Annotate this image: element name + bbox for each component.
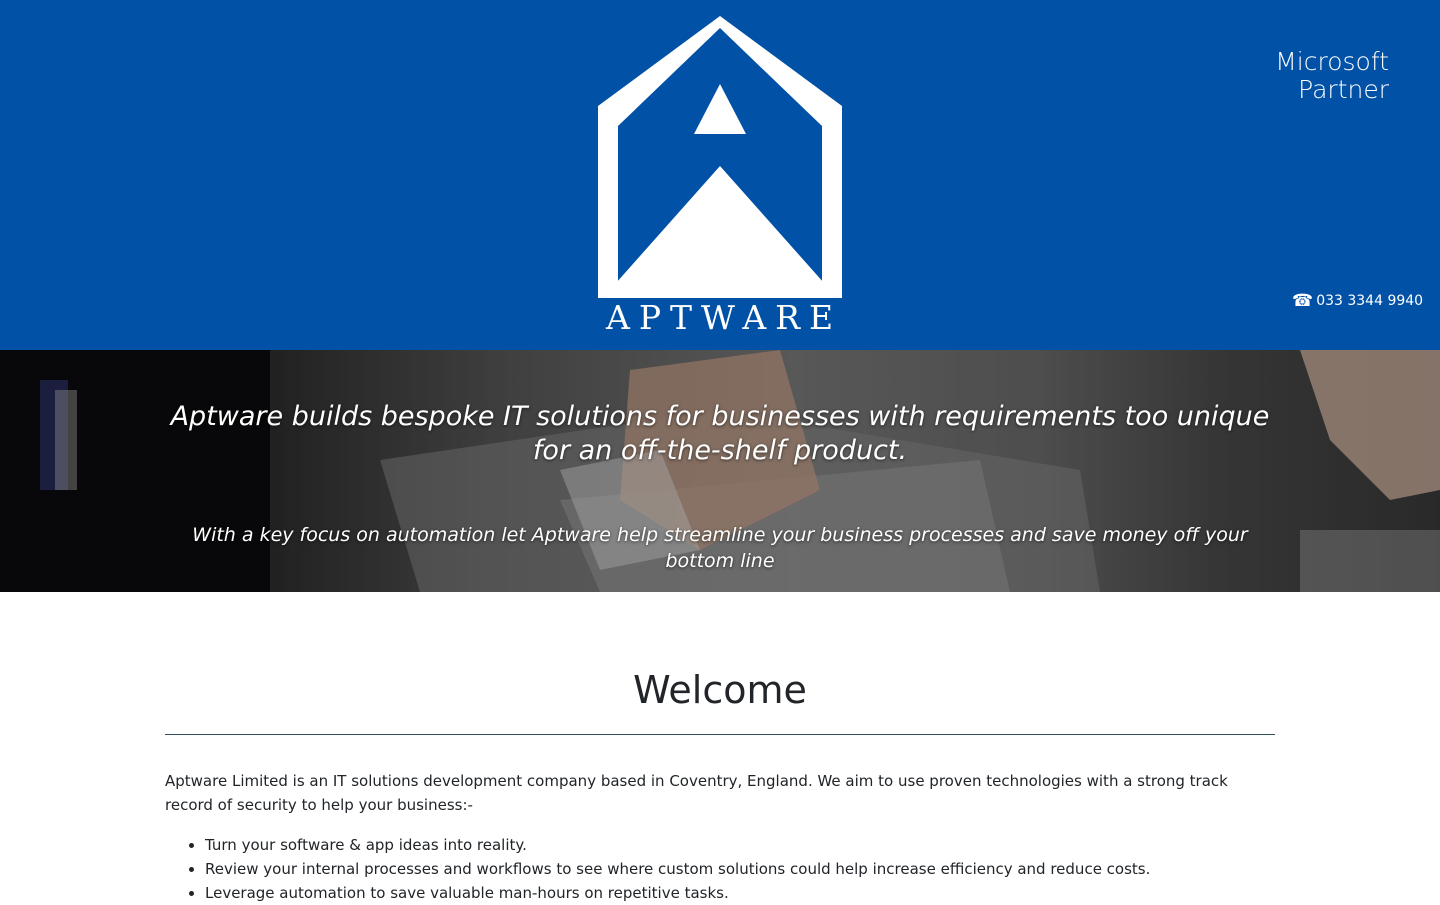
partner-line-1: Microsoft (1275, 47, 1389, 76)
hero-subheadline: With a key focus on automation let Aptwa… (192, 524, 1248, 572)
list-item: Turn your software & app ideas into real… (205, 833, 1275, 857)
list-item: Review your internal processes and workf… (205, 857, 1275, 881)
hero-headline: Aptware builds bespoke IT solutions for … (170, 401, 1270, 466)
brand-wordmark: APTWARE (606, 298, 843, 337)
aptware-logo[interactable]: APTWARE (598, 16, 842, 337)
phone-icon: ☎ (1292, 291, 1314, 311)
services-list: Turn your software & app ideas into real… (165, 833, 1275, 905)
title-divider (165, 734, 1275, 735)
partner-line-2: Partner (1298, 75, 1389, 104)
phone-link[interactable]: ☎ 033 3344 9940 (1292, 290, 1423, 312)
phone-number: 033 3344 9940 (1316, 293, 1424, 309)
page-title: Welcome (633, 668, 807, 712)
main-content: Welcome Aptware Limited is an IT solutio… (165, 592, 1275, 905)
microsoft-partner-badge: Microsoft Partner (1275, 48, 1389, 104)
aptware-logo-mark-icon (598, 16, 842, 298)
intro-paragraph: Aptware Limited is an IT solutions devel… (165, 772, 1228, 814)
site-header: APTWARE Microsoft Partner ☎ 033 3344 994… (0, 0, 1440, 350)
hero-banner: Aptware builds bespoke IT solutions for … (0, 350, 1440, 592)
list-item: Leverage automation to save valuable man… (205, 881, 1275, 905)
